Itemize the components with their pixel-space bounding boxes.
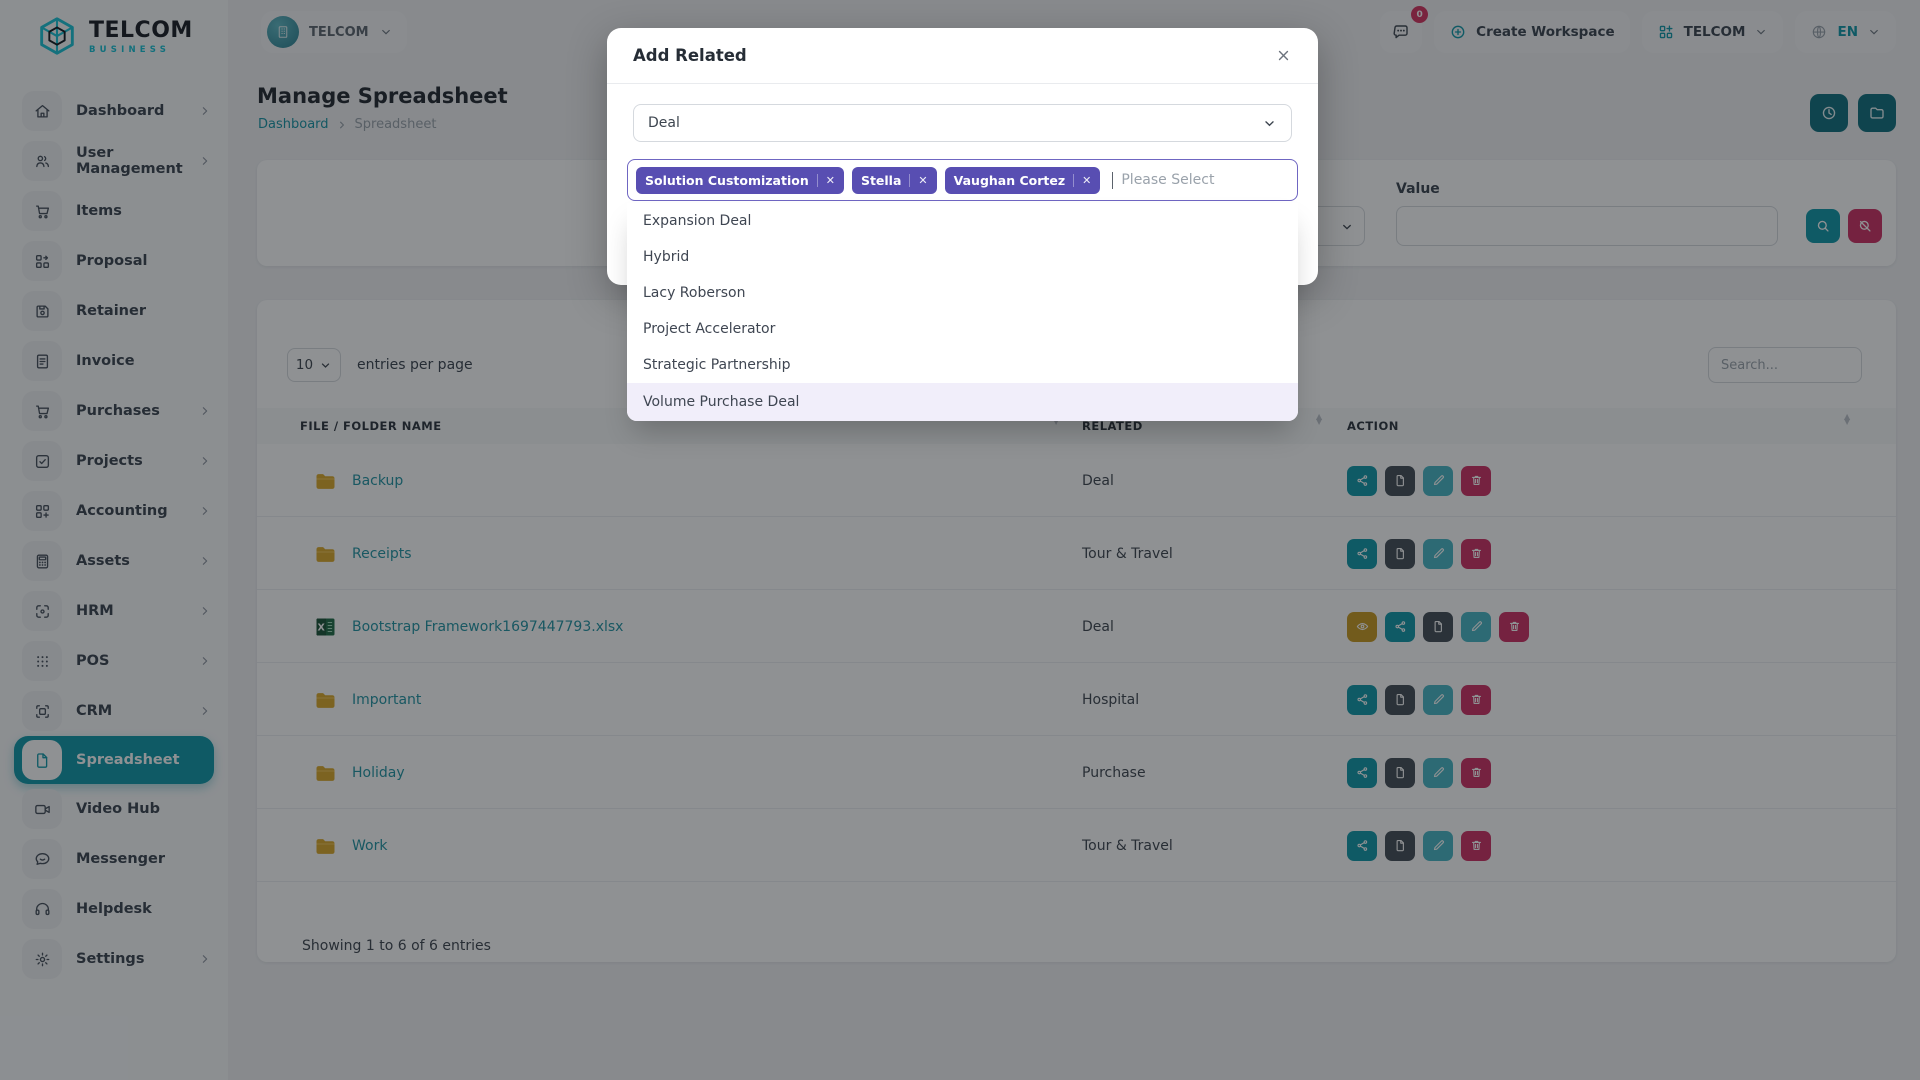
dropdown-option-project-accelerator[interactable]: Project Accelerator: [627, 311, 1298, 347]
modal-title: Add Related: [633, 46, 747, 65]
dropdown-option-strategic-partnership[interactable]: Strategic Partnership: [627, 347, 1298, 383]
remove-tag-icon[interactable]: ✕: [817, 174, 835, 187]
remove-tag-icon[interactable]: ✕: [909, 174, 927, 187]
modal-header: Add Related: [607, 28, 1318, 84]
related-multiselect-input[interactable]: Solution Customization✕Stella✕Vaughan Co…: [627, 159, 1298, 201]
dropdown-option-volume-purchase-deal[interactable]: Volume Purchase Deal: [627, 383, 1298, 421]
selected-tag: Stella ✕: [852, 167, 937, 194]
selected-tag: Vaughan Cortez ✕: [945, 167, 1101, 194]
selected-tag: Solution Customization ✕: [636, 167, 844, 194]
multiselect-options-dropdown: Expansion DealHybridLacy RobersonProject…: [627, 203, 1298, 421]
related-type-select[interactable]: Deal: [633, 104, 1292, 142]
tag-label: Vaughan Cortez: [954, 173, 1066, 188]
dropdown-option-expansion-deal[interactable]: Expansion Deal: [627, 203, 1298, 239]
text-cursor: [1112, 172, 1113, 189]
chevron-down-icon: [1262, 116, 1277, 131]
dropdown-option-hybrid[interactable]: Hybrid: [627, 239, 1298, 275]
tag-label: Stella: [861, 173, 901, 188]
multiselect-placeholder: Please Select: [1121, 172, 1214, 188]
related-type-value: Deal: [648, 115, 680, 131]
dropdown-option-lacy-roberson[interactable]: Lacy Roberson: [627, 275, 1298, 311]
close-icon[interactable]: [1275, 47, 1292, 64]
remove-tag-icon[interactable]: ✕: [1073, 174, 1091, 187]
tag-label: Solution Customization: [645, 173, 809, 188]
